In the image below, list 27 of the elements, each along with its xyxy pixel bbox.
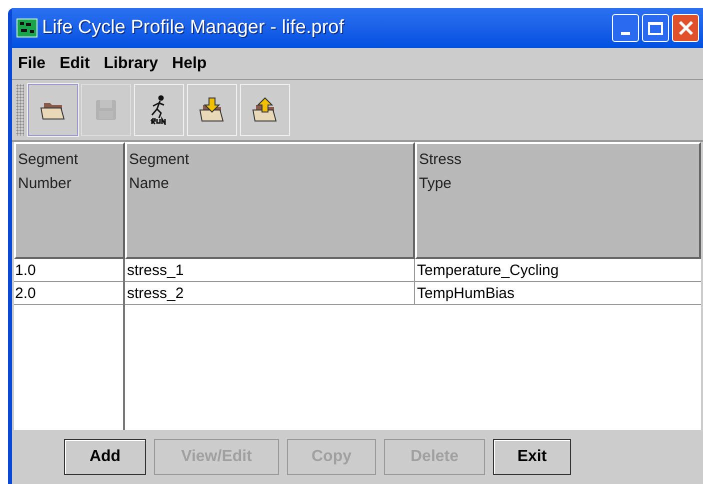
table-cell: 1.0: [14, 259, 123, 282]
maximize-icon: [648, 22, 663, 34]
table-cell-text: TempHumBias: [416, 284, 516, 304]
dialog-button[interactable]: Exit: [493, 439, 571, 475]
menu-item[interactable]: Edit: [60, 52, 90, 76]
table-cell: 2.0: [14, 282, 123, 305]
column-header[interactable]: Segment Number: [14, 142, 125, 259]
toolbar-grip[interactable]: [16, 84, 24, 136]
table-cell-text: Temperature_Cycling: [416, 261, 560, 281]
window-title: Life Cycle Profile Manager - life.prof: [42, 16, 346, 40]
folder-down-arrow-icon: [198, 97, 226, 123]
minimize-icon: [621, 32, 630, 35]
dialog-button[interactable]: Add: [64, 439, 146, 475]
column-header[interactable]: Stress Type: [415, 142, 701, 259]
menu-item[interactable]: Library: [104, 52, 158, 76]
table-cell: stress_1: [125, 259, 415, 281]
folder-up-arrow-icon: [251, 97, 279, 123]
app-icon: [16, 18, 38, 38]
minimize-button[interactable]: [612, 14, 639, 42]
menu-item[interactable]: File: [18, 52, 46, 76]
close-icon: [678, 20, 694, 36]
close-button[interactable]: [672, 14, 699, 42]
menu-item[interactable]: Help: [172, 52, 207, 76]
column-header[interactable]: Segment Name: [125, 142, 415, 259]
table-cell: stress_2: [125, 282, 415, 304]
toolbar-button[interactable]: [28, 84, 78, 136]
maximize-button[interactable]: [642, 14, 669, 42]
